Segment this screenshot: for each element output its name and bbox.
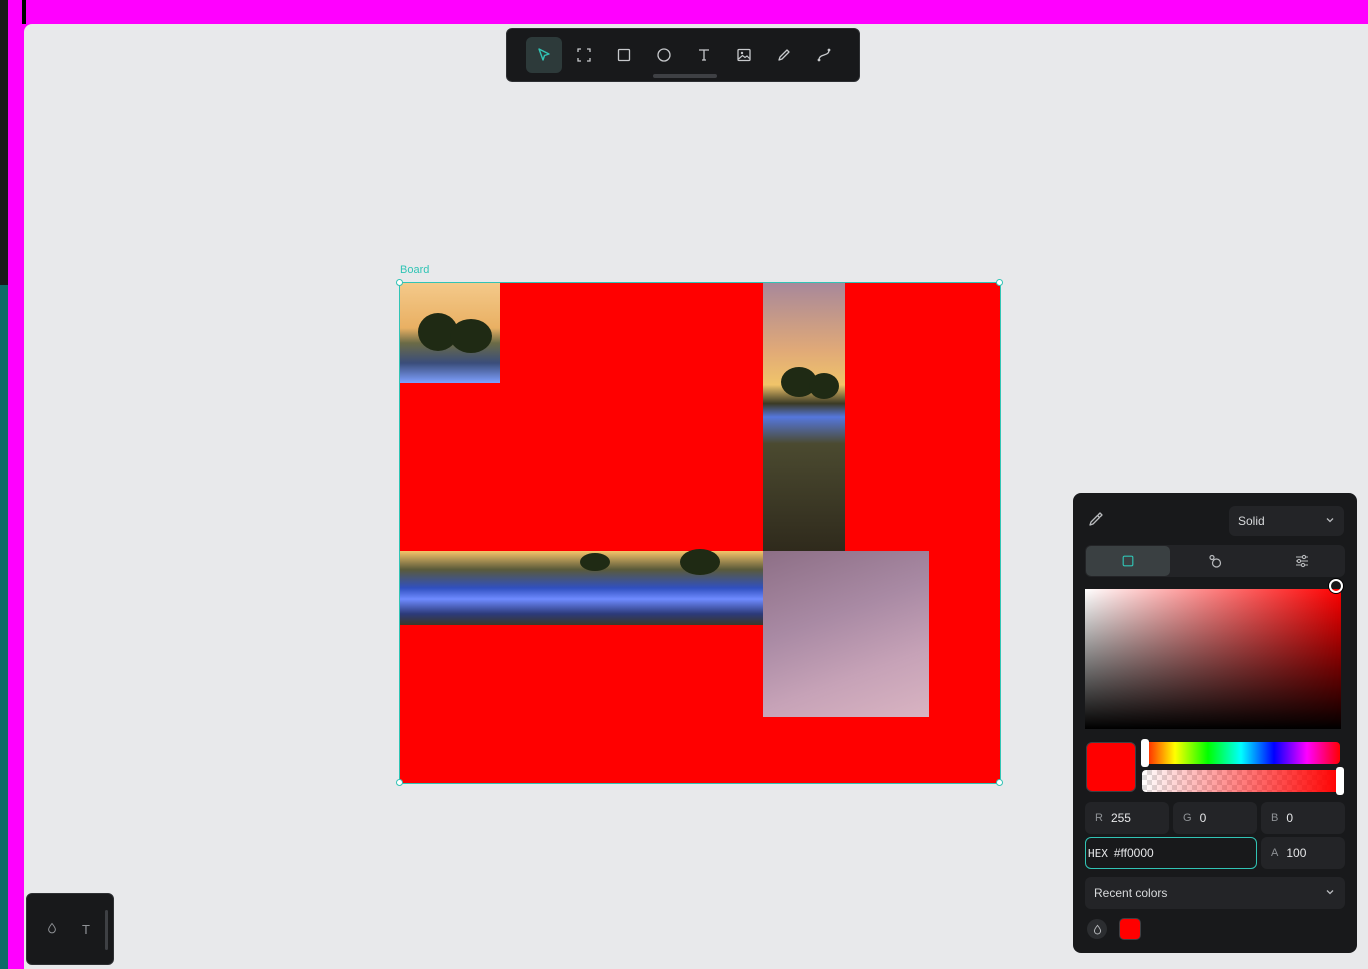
- top-divider: [22, 0, 26, 24]
- resize-handle-top-left[interactable]: [396, 279, 403, 286]
- tab-libraries[interactable]: [1173, 546, 1257, 576]
- board-tool-button[interactable]: [566, 37, 602, 73]
- move-tool-button[interactable]: [526, 37, 562, 73]
- alpha-slider[interactable]: [1142, 770, 1340, 792]
- square-icon: [617, 48, 631, 62]
- green-value: 0: [1199, 811, 1207, 825]
- saturation-value-area[interactable]: [1085, 589, 1341, 729]
- green-field[interactable]: G 0: [1173, 802, 1257, 834]
- hex-label: HEX: [1088, 846, 1108, 860]
- fill-mode-select[interactable]: Solid: [1229, 506, 1344, 536]
- chevron-down-icon: [1326, 890, 1334, 895]
- frame-icon: [577, 48, 591, 62]
- blue-field[interactable]: B 0: [1261, 802, 1345, 834]
- hex-field[interactable]: HEX #ff0000: [1085, 837, 1257, 869]
- circle-icon: [657, 48, 671, 62]
- green-label: G: [1183, 812, 1192, 824]
- board[interactable]: [399, 282, 1001, 784]
- color-picker-panel: Solid R 255 G 0 B 0 HEX #ff0000 A 100 Re…: [1073, 493, 1357, 953]
- text-T-icon: [699, 49, 709, 61]
- left-edge-teal: [0, 285, 8, 969]
- resize-handle-bottom-left[interactable]: [396, 779, 403, 786]
- left-border: [8, 0, 24, 969]
- blue-value: 0: [1286, 811, 1294, 825]
- pencil-tool-button[interactable]: [766, 37, 802, 73]
- resize-handle-top-right[interactable]: [996, 279, 1003, 286]
- left-edge-strip: [0, 0, 8, 969]
- image-star-trails-sky[interactable]: [763, 551, 929, 717]
- toolbar-drag-handle[interactable]: [653, 74, 717, 78]
- path-tool-button[interactable]: [806, 37, 842, 73]
- image-sunset-trees[interactable]: [400, 283, 500, 383]
- fill-mode-value: Solid: [1238, 514, 1265, 528]
- main-toolbar: [506, 28, 860, 82]
- red-label: R: [1095, 812, 1103, 824]
- picker-tabs: [1085, 545, 1345, 577]
- libraries-icon: [1209, 554, 1222, 568]
- bottom-tool-panel: T: [26, 893, 114, 965]
- image-tool-button[interactable]: [726, 37, 762, 73]
- pointer-arrow-icon: [538, 48, 550, 61]
- drop-icon[interactable]: [1087, 919, 1107, 939]
- chevron-down-icon: [1326, 518, 1334, 523]
- alpha-label: A: [1271, 847, 1279, 859]
- ellipse-tool-button[interactable]: [646, 37, 682, 73]
- alpha-field[interactable]: A 100: [1261, 837, 1345, 869]
- hue-slider-thumb[interactable]: [1141, 739, 1149, 767]
- eyedropper-icon[interactable]: [1087, 510, 1105, 528]
- current-color-swatch: [1086, 742, 1136, 792]
- hex-value: #ff0000: [1113, 846, 1154, 860]
- recent-colors-label: Recent colors: [1094, 886, 1168, 900]
- red-value: 255: [1110, 811, 1131, 825]
- panel-scrollbar[interactable]: [105, 910, 108, 950]
- sliders-icon: [1296, 554, 1308, 568]
- tab-sliders[interactable]: [1260, 546, 1344, 576]
- recent-colors-dropdown[interactable]: Recent colors: [1085, 877, 1345, 909]
- board-label[interactable]: Board: [400, 264, 429, 276]
- recent-color-swatch[interactable]: [1119, 918, 1141, 940]
- pencil-icon: [778, 49, 790, 61]
- drop-icon[interactable]: [44, 922, 60, 938]
- resize-handle-bottom-right[interactable]: [996, 779, 1003, 786]
- tab-picker[interactable]: [1086, 546, 1170, 576]
- text-tool-button[interactable]: [686, 37, 722, 73]
- image-icon: [737, 48, 751, 62]
- alpha-value: 100: [1286, 846, 1307, 860]
- square-swatch-icon: [1122, 555, 1134, 567]
- text-icon[interactable]: T: [78, 922, 94, 938]
- alpha-slider-thumb[interactable]: [1336, 767, 1344, 795]
- image-glowing-field-horizontal[interactable]: [400, 549, 763, 625]
- blue-label: B: [1271, 812, 1279, 824]
- red-field[interactable]: R 255: [1085, 802, 1169, 834]
- saturation-value-knob[interactable]: [1329, 579, 1343, 593]
- image-sunset-path-vertical[interactable]: [763, 283, 845, 551]
- rectangle-tool-button[interactable]: [606, 37, 642, 73]
- curve-path-icon: [817, 48, 831, 62]
- hue-slider[interactable]: [1142, 742, 1340, 764]
